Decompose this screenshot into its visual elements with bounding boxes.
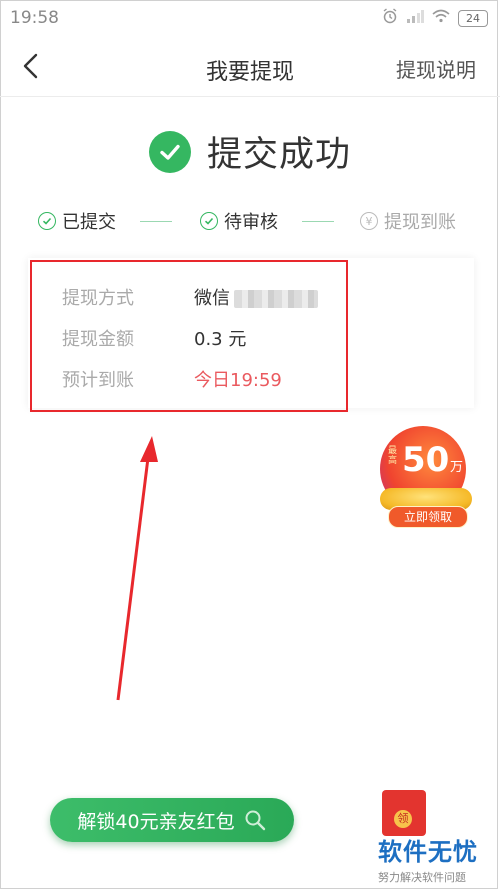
watermark-title: 软件无忧 [378,838,478,866]
red-packet-icon[interactable]: 领 [382,790,426,836]
watermark: 软件无忧 努力解决软件问题 [378,832,488,885]
promo-small-text: 最高 [388,446,398,466]
withdraw-help-link[interactable]: 提现说明 [396,54,476,83]
step-arrived: ¥ 提现到账 [360,208,456,234]
step-label: 待审核 [224,212,278,233]
promo-badge[interactable]: 最高 50 万 立即领取 [380,426,474,528]
unlock-red-packet-button[interactable]: 解锁40元亲友红包 [50,798,294,842]
status-bar: 19:58 24 [0,0,500,38]
nav-bar: 我要提现 提现说明 [0,38,500,97]
signal-icon [406,9,424,27]
success-header: 提交成功 [0,126,500,177]
step-reviewing: 待审核 [200,208,278,234]
search-icon [245,810,265,831]
success-check-icon [148,130,191,173]
progress-steps: 已提交 待审核 ¥ 提现到账 [38,208,468,236]
promo-claim-button[interactable]: 立即领取 [388,506,468,528]
status-time: 19:58 [10,8,59,28]
watermark-subtitle: 努力解决软件问题 [378,871,466,884]
promo-amount: 50 [402,440,450,480]
alarm-icon [382,8,398,28]
step-label: 提现到账 [384,212,456,233]
step-connector [302,221,334,222]
success-title: 提交成功 [206,135,351,175]
battery-icon: 24 [458,9,488,27]
status-icons: 24 [382,8,488,28]
promo-unit: 万 [450,460,464,475]
annotation-highlight-box [30,260,348,412]
step-connector [140,221,172,222]
check-circle-icon [200,212,218,230]
wifi-icon [432,9,450,27]
red-packet-seal: 领 [394,810,412,828]
step-label: 已提交 [62,212,116,233]
unlock-label: 解锁40元亲友红包 [77,810,235,833]
check-circle-icon [38,212,56,230]
step-submitted: 已提交 [38,208,116,234]
yuan-icon: ¥ [360,212,378,230]
